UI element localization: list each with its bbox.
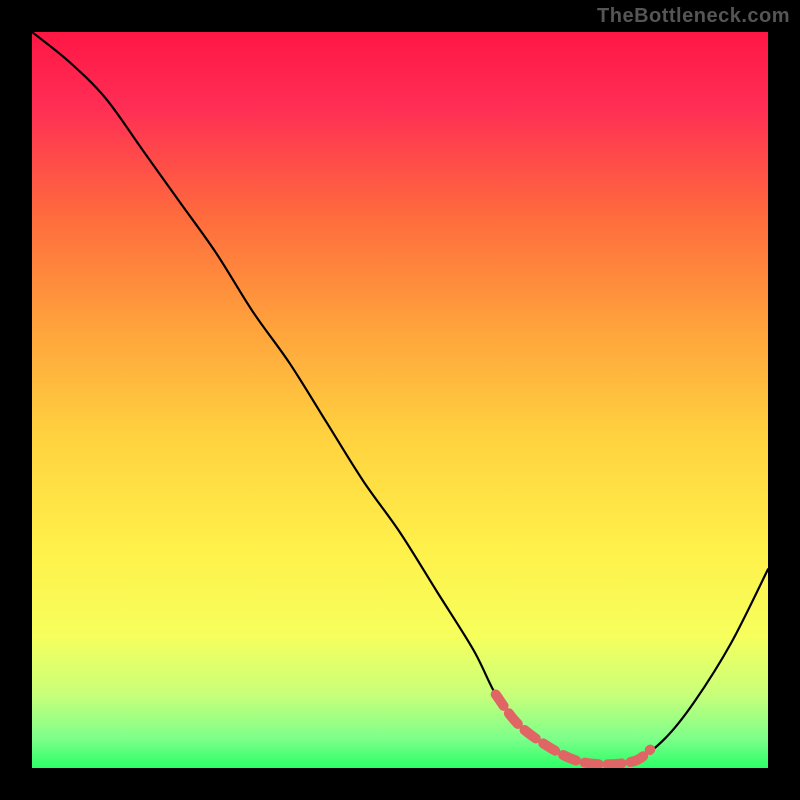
plot-area	[32, 32, 768, 768]
bottleneck-chart	[32, 32, 768, 768]
gradient-background	[32, 32, 768, 768]
watermark-text: TheBottleneck.com	[597, 5, 790, 28]
chart-container: TheBottleneck.com	[0, 0, 800, 800]
